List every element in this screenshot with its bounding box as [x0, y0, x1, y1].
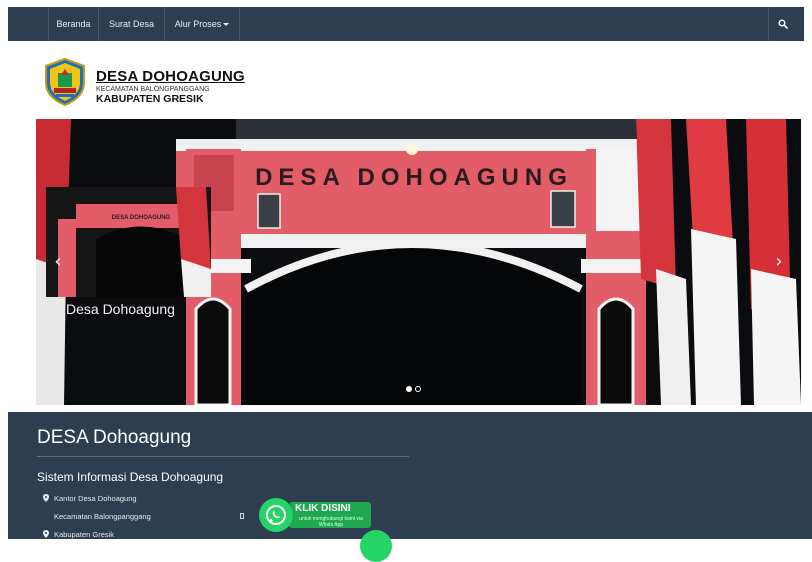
- inset-gate-sign-text: DESA DOHOAGUNG: [112, 215, 171, 221]
- carousel-indicator-1[interactable]: [406, 386, 412, 392]
- footer-title: DESA Dohoagung: [37, 427, 192, 448]
- footer-address-line: Kabupaten Gresik: [54, 530, 115, 539]
- nav-alur-proses-dropdown[interactable]: Alur Proses: [165, 7, 240, 41]
- chevron-left-icon: ‹: [54, 250, 62, 272]
- whatsapp-icon: [266, 505, 286, 525]
- whatsapp-contact-button[interactable]: KLIK DISINI untuk menghubungi kami via W…: [259, 498, 371, 532]
- nav-alur-proses-label: Alur Proses: [174, 19, 222, 29]
- footer: DESA Dohoagung Sistem Informasi Desa Doh…: [8, 412, 812, 539]
- small-square-icon: [240, 513, 244, 519]
- nav-beranda-label: Beranda: [56, 19, 91, 29]
- search-button[interactable]: [768, 7, 796, 41]
- gate-sign-text: DESA DOHOAGUNG: [255, 164, 573, 191]
- footer-divider: [37, 456, 409, 457]
- footer-subtitle: Sistem Informasi Desa Dohoagung: [37, 470, 224, 484]
- whatsapp-note: untuk menghubungi kami via Whats App: [299, 516, 363, 528]
- regency-emblem-logo[interactable]: [40, 57, 90, 107]
- site-regency: KABUPATEN GRESIK: [96, 93, 204, 105]
- site-subtitle: KECAMATAN BALONGPANGGANG: [96, 86, 210, 93]
- footer-address-line: Kantor Desa Dohoagung: [54, 494, 137, 503]
- carousel-next-button[interactable]: ›: [769, 249, 789, 273]
- chevron-right-icon: ›: [775, 250, 783, 272]
- gate-photo: DESA DOHOAGUNG DESA DOHOAGUNG: [36, 119, 801, 405]
- whatsapp-floating-button[interactable]: [360, 530, 392, 562]
- map-marker-icon: [43, 494, 49, 502]
- map-marker-icon: [43, 530, 49, 538]
- carousel-indicator-2[interactable]: [415, 386, 421, 392]
- carousel-indicators: [406, 386, 421, 392]
- nav-surat-desa[interactable]: Surat Desa: [99, 7, 165, 41]
- top-navbar: Beranda Surat Desa Alur Proses: [8, 7, 804, 41]
- carousel-prev-button[interactable]: ‹: [48, 249, 68, 273]
- site-title[interactable]: DESA DOHOAGUNG: [96, 68, 245, 85]
- caret-down-icon: [223, 23, 230, 27]
- image-carousel[interactable]: DESA DOHOAGUNG DESA DOHOAGUNG ‹ › Desa Do…: [36, 119, 801, 405]
- search-icon: [778, 19, 788, 29]
- footer-address-line: Kecamatan Balongpanggang: [54, 512, 151, 521]
- nav-beranda[interactable]: Beranda: [48, 7, 99, 41]
- whatsapp-title: KLIK DISINI: [295, 503, 351, 514]
- carousel-caption: Desa Dohoagung: [66, 301, 175, 317]
- nav-surat-desa-label: Surat Desa: [108, 19, 155, 29]
